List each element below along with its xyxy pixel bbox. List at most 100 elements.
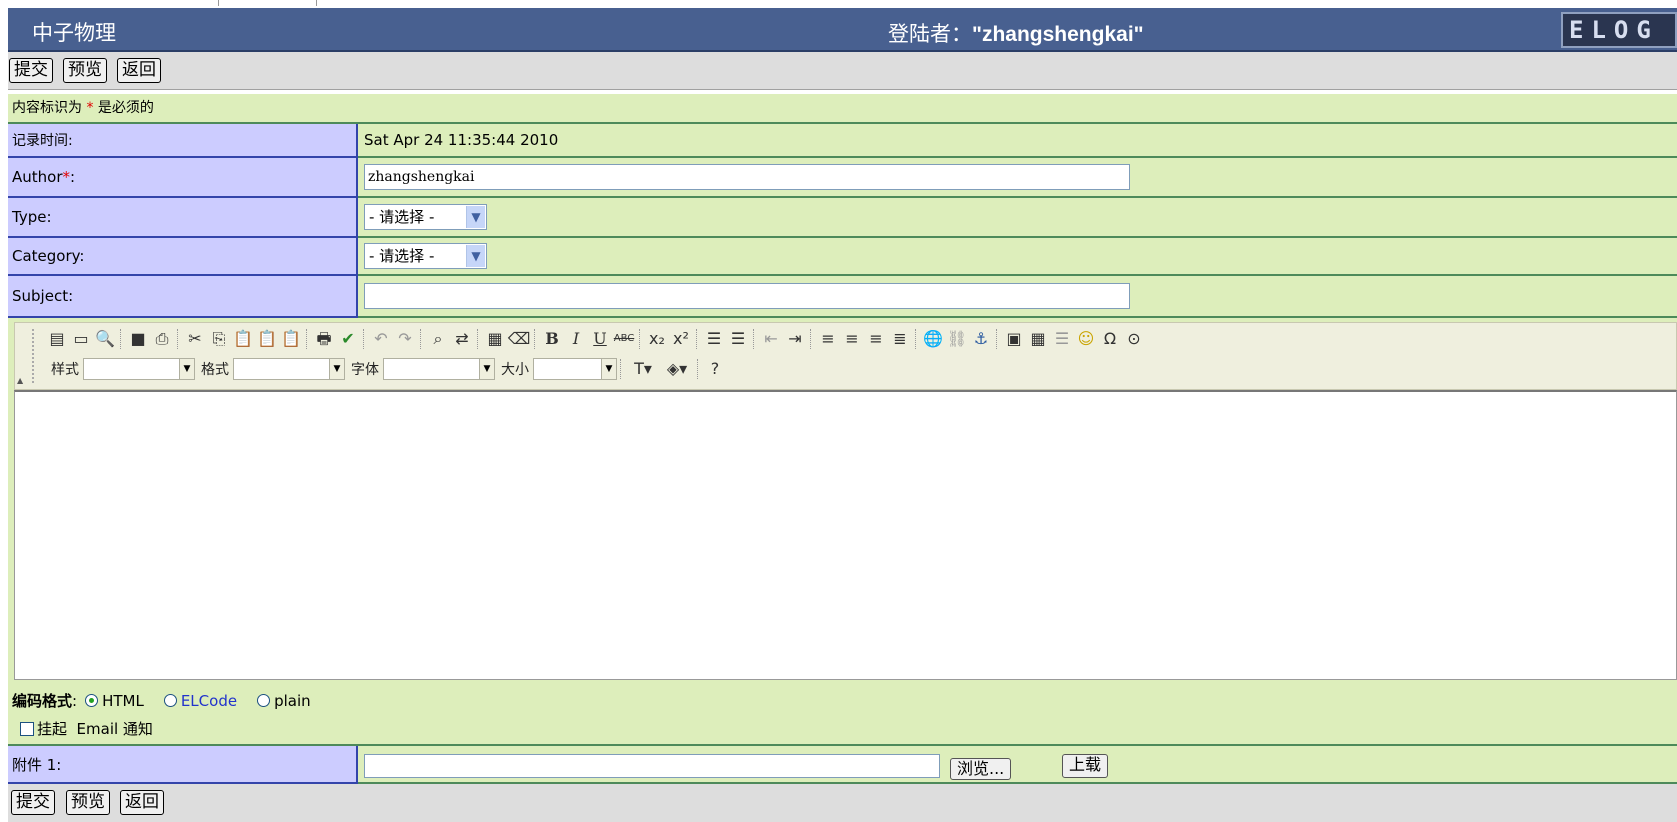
paste-text-icon[interactable]: 📋	[255, 327, 279, 351]
special-char-icon[interactable]: Ω	[1098, 327, 1122, 351]
rule-icon[interactable]: ☰	[1050, 327, 1074, 351]
category-select[interactable]: - 请选择 - ▼	[364, 243, 487, 269]
logbook-title[interactable]: 中子物理	[32, 17, 116, 47]
attachment-row: 附件 1: 浏览... 上载	[8, 746, 1677, 784]
suppress-email-checkbox[interactable]	[20, 721, 34, 736]
anchor-icon[interactable]: ⚓	[969, 327, 993, 351]
encoding-radio-elcode[interactable]	[163, 694, 177, 707]
unlink-icon[interactable]: ⛓	[945, 327, 969, 351]
save-icon[interactable]: ■	[126, 327, 150, 351]
smiley-icon[interactable]: ☺	[1074, 327, 1098, 351]
author-input[interactable]: zhangshengkai	[364, 164, 1130, 190]
replace-icon[interactable]: ⇄	[450, 327, 474, 351]
editor-section: ▲ ▤ ▭ 🔍 ■ ⎙ ✂ ⎘ 📋 📋 📋 🖶 ✔ ↶ ↷ ⌕ ⇄ ▦ ⌫ B …	[8, 318, 1677, 746]
encoding-label: 编码格式	[12, 692, 73, 710]
editor-toolbar: ▲ ▤ ▭ 🔍 ■ ⎙ ✂ ⎘ 📋 📋 📋 🖶 ✔ ↶ ↷ ⌕ ⇄ ▦ ⌫ B …	[14, 322, 1677, 390]
outdent-icon[interactable]: ⇤	[759, 327, 783, 351]
strip-divider	[218, 0, 219, 6]
style-combo[interactable]: ▼	[83, 358, 195, 380]
submit-button[interactable]: 提交	[9, 58, 53, 83]
page-break-icon[interactable]: ⊙	[1122, 327, 1146, 351]
print-icon[interactable]: 🖶	[312, 327, 336, 351]
category-selected: - 请选择 -	[369, 247, 435, 265]
remove-format-icon[interactable]: ⌫	[507, 327, 531, 351]
chevron-down-icon[interactable]: ▼	[466, 206, 485, 228]
text-color-icon[interactable]: T▾	[626, 357, 660, 381]
cut-icon[interactable]: ✂	[183, 327, 207, 351]
unordered-list-icon[interactable]: ☰	[726, 327, 750, 351]
editor-content-area[interactable]	[14, 390, 1677, 680]
chevron-down-icon[interactable]: ▼	[179, 359, 194, 379]
print-preview-icon[interactable]: ⎙	[150, 327, 174, 351]
font-combo[interactable]: ▼	[383, 358, 495, 380]
encoding-radio-plain[interactable]	[257, 694, 271, 707]
upload-button[interactable]: 上载	[1062, 754, 1109, 778]
toolbar-row-1: ▤ ▭ 🔍 ■ ⎙ ✂ ⎘ 📋 📋 📋 🖶 ✔ ↶ ↷ ⌕ ⇄ ▦ ⌫ B I …	[45, 326, 1146, 352]
strike-icon[interactable]: ABC	[612, 327, 636, 351]
attachment-file-input[interactable]	[364, 754, 940, 778]
underline-icon[interactable]: U	[588, 327, 612, 351]
submit-button[interactable]: 提交	[11, 790, 55, 815]
align-center-icon[interactable]: ≡	[840, 327, 864, 351]
type-cell: - 请选择 - ▼	[358, 198, 1677, 238]
bottom-button-bar: 提交 预览 返回	[8, 784, 1677, 822]
login-info: 登陆者："zhangshengkai"	[888, 18, 1144, 48]
preview-icon[interactable]: 🔍	[93, 327, 117, 351]
subject-cell	[358, 276, 1677, 318]
encoding-label-colon: :	[72, 691, 78, 710]
bg-color-icon[interactable]: ◈▾	[660, 357, 694, 381]
login-label: 登陆者：	[888, 22, 972, 46]
size-combo-label: 大小	[501, 362, 529, 378]
format-combo[interactable]: ▼	[233, 358, 345, 380]
category-cell: - 请选择 - ▼	[358, 238, 1677, 276]
undo-icon[interactable]: ↶	[369, 327, 393, 351]
select-all-icon[interactable]: ▦	[483, 327, 507, 351]
copy-icon[interactable]: ⎘	[207, 327, 231, 351]
table-icon[interactable]: ▦	[1026, 327, 1050, 351]
back-button[interactable]: 返回	[117, 58, 161, 83]
chevron-down-icon[interactable]: ▼	[329, 359, 344, 379]
subject-input[interactable]	[364, 283, 1130, 309]
type-label: Type:	[8, 198, 358, 238]
spellcheck-icon[interactable]: ✔	[336, 327, 360, 351]
chevron-down-icon[interactable]: ▼	[601, 359, 616, 379]
toolbar-grip	[32, 329, 37, 383]
superscript-icon[interactable]: x²	[669, 327, 693, 351]
size-combo[interactable]: ▼	[533, 358, 617, 380]
align-right-icon[interactable]: ≡	[864, 327, 888, 351]
italic-icon[interactable]: I	[564, 327, 588, 351]
new-page-icon[interactable]: ▭	[69, 327, 93, 351]
required-note-prefix: 内容标识为	[12, 100, 82, 116]
elog-logo[interactable]: ELOG	[1561, 12, 1677, 48]
help-icon[interactable]: ?	[703, 357, 727, 381]
encoding-elcode-label[interactable]: ELCode	[181, 692, 237, 710]
subscript-icon[interactable]: x₂	[645, 327, 669, 351]
author-cell: zhangshengkai	[358, 158, 1677, 198]
paste-word-icon[interactable]: 📋	[279, 327, 303, 351]
link-icon[interactable]: 🌐	[921, 327, 945, 351]
type-selected: - 请选择 -	[369, 208, 435, 226]
collapse-toolbar-icon[interactable]: ▲	[17, 376, 23, 385]
encoding-radio-html[interactable]	[85, 694, 99, 707]
align-left-icon[interactable]: ≡	[816, 327, 840, 351]
image-icon[interactable]: ▣	[1002, 327, 1026, 351]
preview-button[interactable]: 预览	[66, 790, 110, 815]
chevron-down-icon[interactable]: ▼	[466, 245, 485, 267]
find-icon[interactable]: ⌕	[426, 327, 450, 351]
indent-icon[interactable]: ⇥	[783, 327, 807, 351]
browse-button[interactable]: 浏览...	[950, 758, 1012, 780]
type-select[interactable]: - 请选择 - ▼	[364, 204, 487, 230]
bold-icon[interactable]: B	[540, 327, 564, 351]
back-button[interactable]: 返回	[120, 790, 164, 815]
top-strip	[0, 0, 1677, 8]
redo-icon[interactable]: ↷	[393, 327, 417, 351]
category-row: Category: - 请选择 - ▼	[8, 238, 1677, 276]
paste-icon[interactable]: 📋	[231, 327, 255, 351]
chevron-down-icon[interactable]: ▼	[479, 359, 494, 379]
preview-button[interactable]: 预览	[63, 58, 107, 83]
app-header: 中子物理 登陆者："zhangshengkai" ELOG	[8, 8, 1677, 52]
justify-icon[interactable]: ≣	[888, 327, 912, 351]
source-icon[interactable]: ▤	[45, 327, 69, 351]
author-label-colon: :	[70, 168, 76, 186]
ordered-list-icon[interactable]: ☰	[702, 327, 726, 351]
